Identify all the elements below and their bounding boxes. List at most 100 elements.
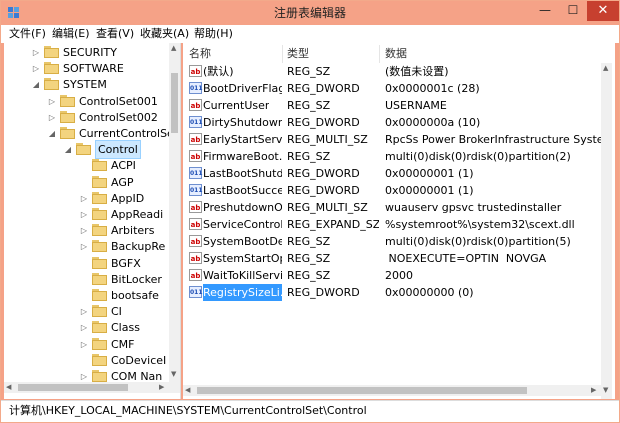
- tree-item[interactable]: bootsafe: [4, 287, 169, 304]
- scroll-up-icon[interactable]: ▲: [603, 63, 608, 74]
- value-row[interactable]: abWaitToKillServi… REG_SZ 2000: [183, 267, 603, 284]
- value-data: 0x00000001 (1): [385, 184, 474, 197]
- value-name: WaitToKillServi…: [203, 269, 282, 282]
- value-row[interactable]: abSystemBootDe… REG_SZ multi(0)disk(0)rdis…: [183, 233, 603, 250]
- ab-string-icon: ab: [189, 201, 202, 213]
- collapse-arrow-icon[interactable]: ◢: [31, 76, 41, 93]
- scroll-left-icon[interactable]: ◀: [6, 382, 11, 393]
- expand-arrow-icon[interactable]: ▷: [47, 109, 57, 126]
- close-button[interactable]: ✕: [587, 1, 619, 21]
- scroll-down-icon[interactable]: ▼: [171, 369, 176, 380]
- menu-view[interactable]: 查看(V): [96, 25, 134, 43]
- folder-icon: [92, 353, 107, 366]
- value-row[interactable]: ab (默认) REG_SZ (数值未设置): [183, 63, 603, 80]
- expand-arrow-icon[interactable]: ▷: [79, 238, 89, 255]
- value-row[interactable]: ab FirmwareBoot… REG_SZ multi(0)disk(0)rdis…: [183, 148, 603, 165]
- tree-item[interactable]: CoDeviceI: [4, 352, 169, 369]
- horizontal-scrollbar[interactable]: ◀ ▶: [183, 385, 601, 396]
- tree-item[interactable]: ◢ CurrentControlSe: [4, 125, 174, 142]
- tree-item[interactable]: ACPI: [4, 157, 169, 174]
- scroll-right-icon[interactable]: ▶: [591, 385, 596, 396]
- folder-icon: [92, 175, 107, 188]
- collapse-arrow-icon[interactable]: ◢: [47, 125, 57, 142]
- column-header-name[interactable]: 名称: [189, 45, 211, 63]
- scroll-right-icon[interactable]: ▶: [159, 382, 164, 393]
- value-row[interactable]: 011LastBootSucce… REG_DWORD 0x00000001 (1): [183, 182, 603, 199]
- scroll-up-icon[interactable]: ▲: [171, 43, 176, 54]
- value-row[interactable]: abEarlyStartServi… REG_MULTI_SZ RpcSs Powe…: [183, 131, 603, 148]
- tree-item-label: AppReadi: [111, 208, 164, 221]
- scrollbar-thumb[interactable]: [197, 387, 527, 394]
- value-row[interactable]: abPreshutdownO… REG_MULTI_SZ wuauserv gpsv…: [183, 199, 603, 216]
- expand-arrow-icon[interactable]: ▷: [79, 206, 89, 223]
- tree-item[interactable]: BitLocker: [4, 271, 169, 288]
- tree-item[interactable]: ▷ SECURITY: [4, 44, 169, 61]
- column-header-data[interactable]: 数据: [385, 45, 407, 63]
- tree-item[interactable]: ▷ CMF: [4, 336, 169, 353]
- column-divider[interactable]: [379, 45, 380, 63]
- tree-item[interactable]: ◢ Control: [4, 140, 169, 160]
- tree-item[interactable]: ▷ CI: [4, 303, 169, 320]
- ab-string-icon: ab: [189, 235, 202, 247]
- tree-item[interactable]: ▷ AppID: [4, 190, 169, 207]
- maximize-button[interactable]: ☐: [559, 1, 587, 21]
- value-name: FirmwareBoot…: [203, 150, 282, 163]
- value-row[interactable]: abSystemStartOp… REG_SZ NOEXECUTE=OPTIN N…: [183, 250, 603, 267]
- ab-string-icon: ab: [189, 99, 202, 111]
- minimize-button[interactable]: —: [531, 1, 559, 21]
- column-divider[interactable]: [282, 45, 283, 63]
- value-row[interactable]: 011DirtyShutdown… REG_DWORD 0x0000000a (10…: [183, 114, 603, 131]
- title-bar[interactable]: 注册表编辑器 — ☐ ✕: [1, 1, 619, 25]
- value-type: REG_SZ: [287, 269, 331, 282]
- tree-item[interactable]: ▷ AppReadi: [4, 206, 169, 223]
- folder-icon: [92, 240, 107, 253]
- expand-arrow-icon[interactable]: ▷: [31, 60, 41, 77]
- tree-item[interactable]: ▷ ControlSet002: [4, 109, 169, 126]
- expand-arrow-icon[interactable]: ▷: [79, 222, 89, 239]
- tree-item[interactable]: BGFX: [4, 255, 169, 272]
- tree-item[interactable]: ▷ Arbiters: [4, 222, 169, 239]
- value-name: BootDriverFlags: [203, 82, 282, 95]
- folder-icon: [92, 321, 107, 334]
- value-row[interactable]: abServiceControl… REG_EXPAND_SZ %systemroo…: [183, 216, 603, 233]
- tree-item[interactable]: ▷ SOFTWARE: [4, 60, 169, 77]
- value-row[interactable]: 011RegistrySizeLi… REG_DWORD 0x00000000 (0…: [183, 284, 603, 301]
- tree-item[interactable]: ◢ SYSTEM: [4, 76, 169, 93]
- folder-icon: [92, 208, 107, 220]
- tree-item[interactable]: ▷ BackupRe: [4, 238, 169, 255]
- scrollbar-thumb[interactable]: [18, 384, 128, 391]
- value-data: 0x00000001 (1): [385, 167, 474, 180]
- value-row[interactable]: 011BootDriverFlags REG_DWORD 0x0000001c (2…: [183, 80, 603, 97]
- expand-arrow-icon[interactable]: ▷: [31, 44, 41, 61]
- expand-arrow-icon[interactable]: ▷: [79, 190, 89, 207]
- key-tree-pane[interactable]: ▷ SECURITY ▷ SOFTWARE ◢ SYSTEM ▷ ControlSet001 ▷…: [4, 43, 181, 399]
- expand-arrow-icon[interactable]: ▷: [47, 93, 57, 110]
- value-row[interactable]: 011LastBootShutd… REG_DWORD 0x00000001 (1): [183, 165, 603, 182]
- value-type: REG_SZ: [287, 99, 331, 112]
- expand-arrow-icon[interactable]: ▷: [79, 303, 89, 320]
- menu-help[interactable]: 帮助(H): [194, 25, 233, 43]
- binary-value-icon: 011: [189, 167, 203, 179]
- menu-file[interactable]: 文件(F): [9, 25, 46, 43]
- collapse-arrow-icon[interactable]: ◢: [63, 141, 73, 158]
- value-data: multi(0)disk(0)rdisk(0)partition(5): [385, 235, 571, 248]
- menu-edit[interactable]: 编辑(E): [52, 25, 90, 43]
- scroll-left-icon[interactable]: ◀: [185, 385, 190, 396]
- vertical-scrollbar[interactable]: ▲ ▼: [169, 43, 180, 382]
- scroll-down-icon[interactable]: ▼: [603, 385, 608, 396]
- tree-item[interactable]: ▷ Class: [4, 319, 169, 336]
- value-type: REG_DWORD: [287, 116, 360, 129]
- tree-item[interactable]: AGP: [4, 174, 169, 191]
- value-row[interactable]: ab CurrentUser REG_SZ USERNAME: [183, 97, 603, 114]
- values-list-pane[interactable]: 名称 类型 数据 ab (默认) REG_SZ (数值未设置) 011 BootDrive…: [183, 43, 615, 399]
- value-type: REG_SZ: [287, 235, 331, 248]
- vertical-scrollbar[interactable]: ▲ ▼: [601, 63, 612, 399]
- menu-favorites[interactable]: 收藏夹(A): [140, 25, 189, 43]
- horizontal-scrollbar[interactable]: ◀ ▶: [4, 382, 180, 393]
- expand-arrow-icon[interactable]: ▷: [79, 336, 89, 353]
- tree-item-label: Control: [95, 140, 141, 160]
- tree-item[interactable]: ▷ ControlSet001: [4, 93, 169, 110]
- scrollbar-thumb[interactable]: [171, 73, 178, 133]
- expand-arrow-icon[interactable]: ▷: [79, 319, 89, 336]
- column-header-type[interactable]: 类型: [287, 45, 309, 63]
